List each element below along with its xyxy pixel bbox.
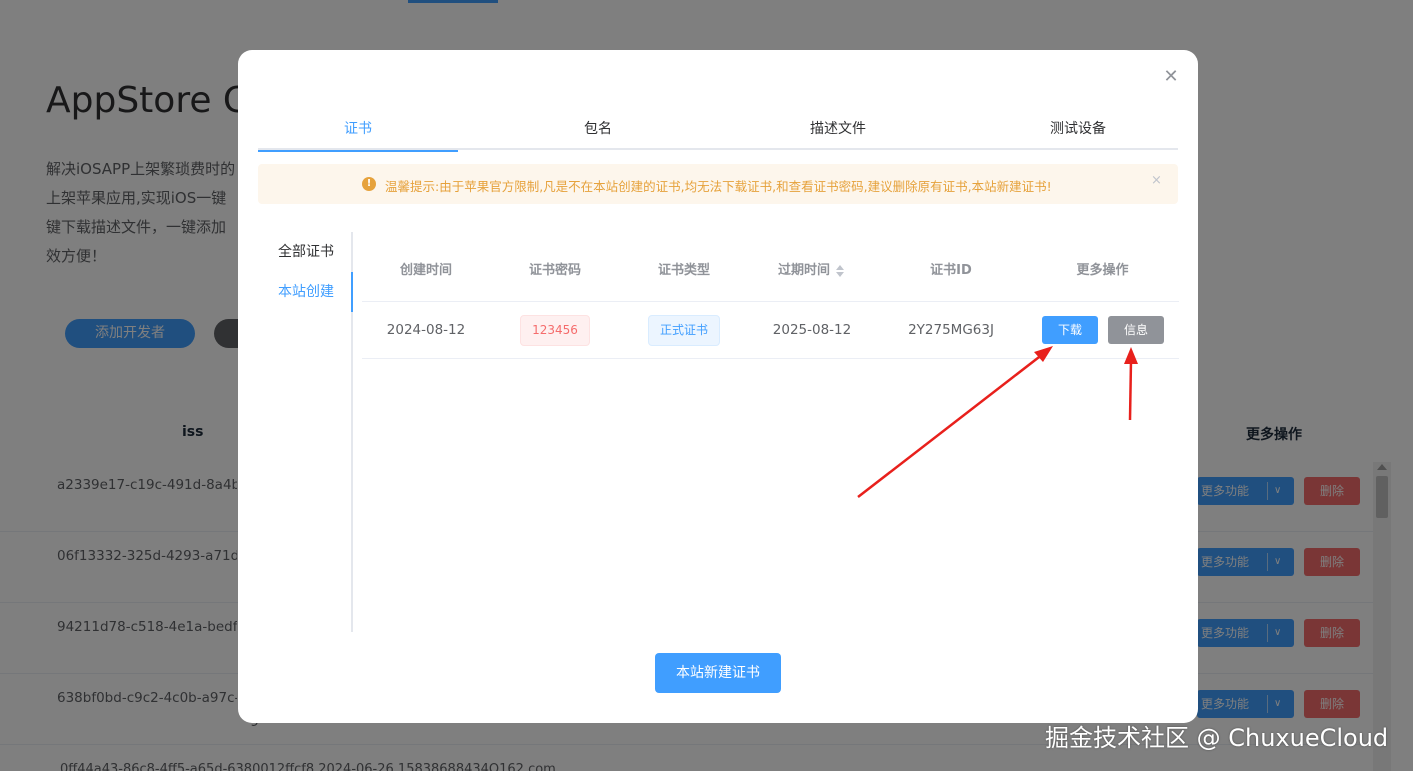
tab-profile[interactable]: 描述文件 — [738, 114, 938, 150]
created-cell: 2024-08-12 — [386, 322, 466, 338]
alert-close-icon[interactable]: × — [1151, 173, 1162, 188]
password-cell: 123456 — [490, 302, 620, 359]
active-tab-indicator — [258, 150, 458, 152]
warning-icon: ! — [362, 177, 376, 191]
alert-text: 温馨提示:由于苹果官方限制,凡是不在本站创建的证书,均无法下载证书,和查看证书密… — [385, 179, 1052, 194]
column-header-cert-id: 证书ID — [930, 263, 972, 278]
tab-bundle-id[interactable]: 包名 — [498, 114, 698, 150]
side-item-all-certificates[interactable]: 全部证书 — [258, 232, 353, 272]
create-certificate-button[interactable]: 本站新建证书 — [655, 653, 781, 693]
sort-icon[interactable] — [836, 264, 846, 277]
column-header-expires-label: 过期时间 — [777, 263, 830, 278]
tab-label: 证书 — [344, 121, 372, 137]
certificate-filter-nav: 全部证书 本站创建 — [258, 232, 353, 632]
side-item-site-created[interactable]: 本站创建 — [258, 272, 353, 312]
table-row: 2024-08-12 123456 正式证书 2025-08-12 2Y275M… — [362, 302, 1179, 359]
tab-test-devices[interactable]: 测试设备 — [978, 114, 1178, 150]
column-header-created: 创建时间 — [399, 263, 452, 278]
warning-alert: ! 温馨提示:由于苹果官方限制,凡是不在本站创建的证书,均无法下载证书,和查看证… — [258, 164, 1178, 204]
table-header: 创建时间 证书密码 证书类型 过期时间 证书ID 更多操作 — [362, 240, 1179, 302]
side-active-indicator — [351, 272, 353, 312]
column-header-password: 证书密码 — [528, 263, 581, 278]
cert-type-tag: 正式证书 — [647, 314, 720, 346]
tab-certificate[interactable]: 证书 — [258, 114, 458, 152]
watermark: 掘金技术社区 @ ChuxueCloud — [1045, 724, 1389, 752]
info-button[interactable]: 信息 — [1108, 316, 1164, 344]
column-header-type: 证书类型 — [657, 263, 710, 278]
type-cell: 正式证书 — [620, 302, 748, 359]
column-header-expires[interactable]: 过期时间 — [748, 240, 876, 302]
password-tag: 123456 — [520, 314, 590, 346]
column-header-more-actions: 更多操作 — [1076, 263, 1129, 278]
cert-id-cell: 2Y275MG63J — [908, 322, 994, 338]
dialog-tabs: 证书 包名 描述文件 测试设备 — [258, 114, 1178, 152]
certificate-dialog: ✕ 证书 包名 描述文件 测试设备 ! 温馨提示:由于苹果官方限制,凡是不在本站… — [238, 50, 1198, 723]
close-icon[interactable]: ✕ — [1161, 67, 1181, 87]
expires-cell: 2025-08-12 — [772, 322, 852, 338]
download-button[interactable]: 下载 — [1042, 316, 1098, 344]
